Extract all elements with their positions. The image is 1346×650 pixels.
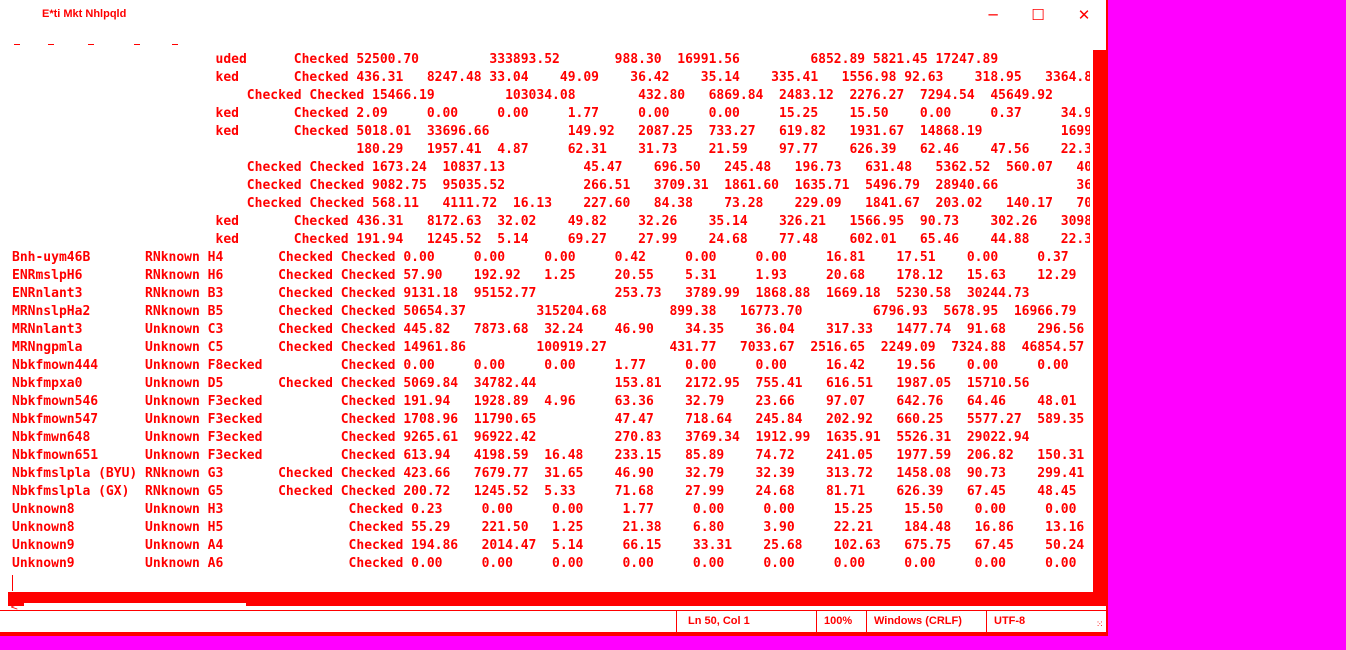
text-line: Unknown9 Unknown A6 Checked 0.00 0.00 0.…	[12, 556, 1090, 571]
menu-item-help[interactable]	[172, 44, 178, 45]
horizontal-scroll-thumb[interactable]	[24, 603, 246, 606]
text-line: ked Checked 5018.01 33696.66 149.92 2087…	[12, 124, 1090, 139]
window-title: E*ti Mkt Nhlpqld	[42, 8, 127, 20]
text-line: Bnh-uym46B RNknown H4 Checked Checked 0.…	[12, 250, 1090, 265]
notepad-window: E*ti Mkt Nhlpqld ─ ☐ ✕ uded Checked 5250…	[0, 0, 1108, 636]
text-caret	[12, 575, 13, 591]
status-encoding: UTF-8	[994, 615, 1026, 627]
menu-item-edit[interactable]	[48, 44, 54, 45]
maximize-icon: ☐	[1031, 6, 1045, 24]
text-line: MRNnlant3 Unknown C3 Checked Checked 445…	[12, 322, 1090, 337]
text-line: Checked Checked 568.11 4111.72 16.13 227…	[12, 196, 1090, 211]
minimize-icon: ─	[988, 6, 998, 24]
text-line: Checked Checked 9082.75 95035.52 266.51 …	[12, 178, 1090, 193]
text-line: 180.29 1957.41 4.87 62.31 31.73 21.59 97…	[12, 142, 1090, 157]
minimize-button[interactable]: ─	[970, 0, 1016, 30]
vertical-scroll-thumb[interactable]	[1093, 50, 1107, 598]
text-line: Nbkfmown546 Unknown F3ecked Checked 191.…	[12, 394, 1090, 409]
text-line: Nbkfmown547 Unknown F3ecked Checked 1708…	[12, 412, 1090, 427]
text-editor[interactable]: uded Checked 52500.70 333893.52 988.30 1…	[8, 50, 1090, 595]
text-line: Checked Checked 15466.19 103034.08 432.8…	[12, 88, 1053, 103]
text-line: Checked Checked 1673.24 10837.13 45.47 6…	[12, 160, 1090, 175]
text-line: uded Checked 52500.70 333893.52 988.30 1…	[12, 52, 999, 67]
text-line: Nbkfmown444 Unknown F8ecked Checked 0.00…	[12, 358, 1090, 373]
text-line: MRNnslpHa2 RNknown B5 Checked Checked 50…	[12, 304, 1077, 319]
close-button[interactable]: ✕	[1061, 0, 1107, 30]
status-divider	[676, 611, 677, 633]
status-divider	[816, 611, 817, 633]
text-line: ENRmslpH6 RNknown H6 Checked Checked 57.…	[12, 268, 1090, 283]
text-line: Nbkfmown651 Unknown F3ecked Checked 613.…	[12, 448, 1090, 463]
menu-bar	[14, 38, 194, 48]
status-cursor-position: Ln 50, Col 1	[688, 615, 750, 627]
window-border	[1106, 0, 1108, 636]
text-line: ked Checked 191.94 1245.52 5.14 69.27 27…	[12, 232, 1090, 247]
status-divider	[866, 611, 867, 633]
text-line: Nbkfmpxa0 Unknown D5 Checked Checked 506…	[12, 376, 1090, 391]
menu-item-file[interactable]	[14, 44, 20, 45]
resize-grip-icon[interactable]: ⁙	[1096, 620, 1104, 630]
close-icon: ✕	[1077, 6, 1091, 24]
maximize-button[interactable]: ☐	[1015, 0, 1061, 30]
text-line: MRNngpmla Unknown C5 Checked Checked 149…	[12, 340, 1085, 355]
status-zoom: 100%	[824, 615, 853, 627]
menu-item-format[interactable]	[88, 44, 94, 45]
menu-item-view[interactable]	[134, 44, 140, 45]
text-line: Unknown8 Unknown H5 Checked 55.29 221.50…	[12, 520, 1090, 535]
text-line: Nbkfmslpla (BYU) RNknown G3 Checked Chec…	[12, 466, 1090, 481]
status-line-endings: Windows (CRLF)	[874, 615, 962, 627]
text-line: Nbkfmwn648 Unknown F3ecked Checked 9265.…	[12, 430, 1090, 445]
status-bottom-border	[0, 632, 1108, 636]
status-divider	[986, 611, 987, 633]
text-line: ked Checked 436.31 8247.48 33.04 49.09 3…	[12, 70, 1090, 85]
text-line: ked Checked 436.31 8172.63 32.02 49.82 3…	[12, 214, 1090, 229]
text-line: Nbkfmslpla (GX) RNknown G5 Checked Check…	[12, 484, 1090, 499]
text-line: ENRnlant3 RNknown B3 Checked Checked 913…	[12, 286, 1090, 301]
text-line: ked Checked 2.09 0.00 0.00 1.77 0.00 0.0…	[12, 106, 1090, 121]
text-line: Unknown9 Unknown A4 Checked 194.86 2014.…	[12, 538, 1090, 553]
text-line: Unknown8 Unknown H3 Checked 0.23 0.00 0.…	[12, 502, 1090, 517]
